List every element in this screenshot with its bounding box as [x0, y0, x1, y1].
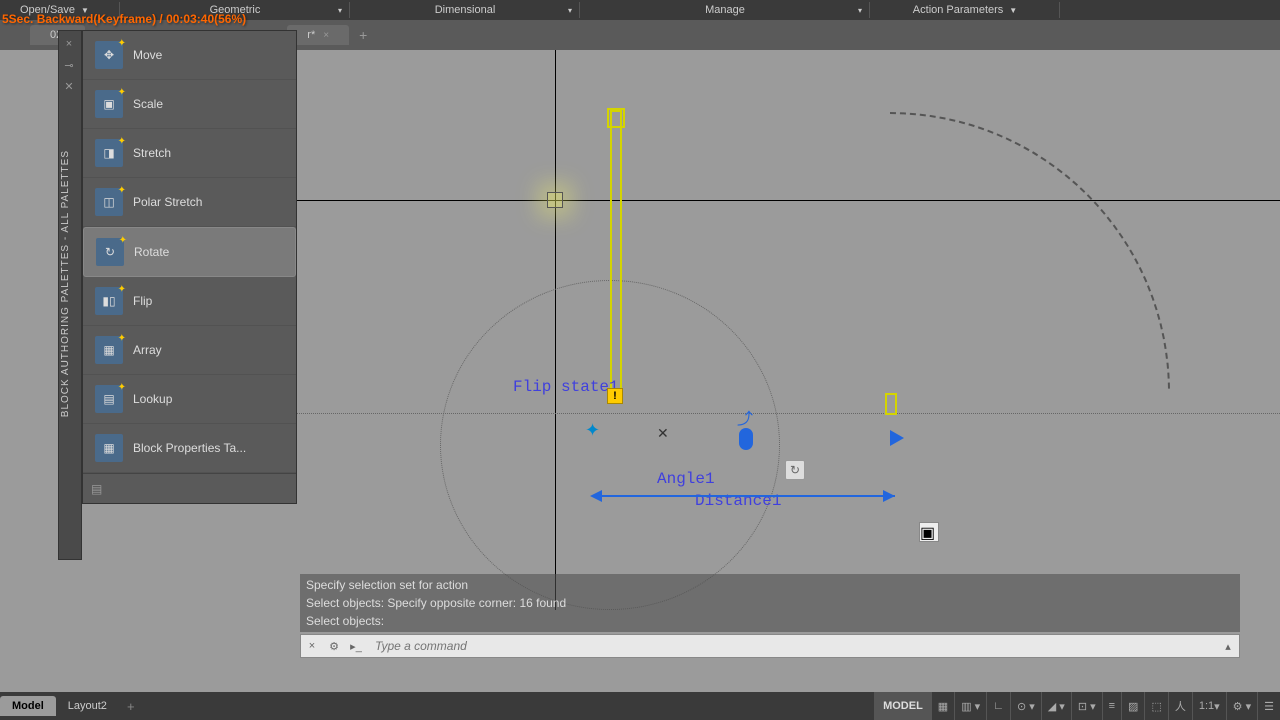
palette-menu-icon[interactable]: ✕: [60, 80, 78, 98]
dimension-arrow-right: [883, 490, 895, 502]
modelspace-badge[interactable]: MODEL: [874, 692, 931, 720]
crosshair-horizontal: [275, 200, 1280, 201]
osnap-toggle[interactable]: ⊡ ▾: [1071, 692, 1102, 720]
drawing-grip[interactable]: [607, 108, 625, 128]
chevron-down-icon: ▾: [338, 6, 342, 15]
chevron-down-icon: ▼: [1009, 6, 1017, 15]
chevron-down-icon: ▾: [568, 6, 572, 15]
command-prompt-icon: ▸_: [345, 635, 367, 657]
action-block-properties[interactable]: ▦Block Properties Ta...: [83, 424, 296, 473]
action-lookup[interactable]: ▤✦Lookup: [83, 375, 296, 424]
ribbon-dimensional[interactable]: Dimensional▾: [350, 0, 580, 20]
dimension-line[interactable]: [595, 495, 895, 497]
flip-icon: ▮▯✦: [95, 287, 123, 315]
chevron-down-icon: ▾: [858, 6, 862, 15]
warning-icon[interactable]: !: [607, 388, 623, 404]
layout-tab-model[interactable]: Model: [0, 696, 56, 716]
cycling-toggle[interactable]: ⬚: [1144, 692, 1167, 720]
palette-title: BLOCK AUTHORING PALETTES - ALL PALETTES: [60, 150, 71, 417]
actions-palette: ✥✦Move ▣✦Scale ◨✦Stretch ◫✦Polar Stretch…: [82, 30, 297, 504]
action-scale[interactable]: ▣✦Scale: [83, 80, 296, 129]
drawing-grip[interactable]: [885, 393, 897, 415]
param-flip-label[interactable]: Flip state1: [513, 378, 619, 396]
action-polar-stretch[interactable]: ◫✦Polar Stretch: [83, 178, 296, 227]
polar-stretch-icon: ◫✦: [95, 188, 123, 216]
selection-cycling-icon[interactable]: ▣: [919, 522, 939, 542]
palette-close-button[interactable]: ×: [60, 38, 78, 56]
lineweight-toggle[interactable]: ≡: [1102, 692, 1121, 720]
command-history: Specify selection set for action Select …: [300, 574, 1240, 632]
rotate-icon: ↻✦: [96, 238, 124, 266]
annotation-toggle[interactable]: 人: [1168, 692, 1192, 720]
action-array[interactable]: ▦✦Array: [83, 326, 296, 375]
new-tab-button[interactable]: +: [351, 27, 375, 43]
video-overlay-text: 5Sec. Backward(Keyframe) / 00:03:40(56%): [2, 12, 246, 26]
command-options-button[interactable]: ⚙: [323, 635, 345, 657]
table-icon: ▦: [95, 434, 123, 462]
dimension-arrow-left: [590, 490, 602, 502]
origin-marker[interactable]: ✦: [585, 420, 600, 441]
drawing-rectangle[interactable]: [610, 110, 622, 390]
command-history-button[interactable]: ▴: [1217, 635, 1239, 657]
ortho-toggle[interactable]: ∟: [986, 692, 1010, 720]
ribbon-action-parameters[interactable]: Action Parameters▼: [870, 0, 1060, 20]
param-grip[interactable]: [739, 428, 753, 450]
close-icon[interactable]: ×: [323, 30, 329, 41]
palette-options-icon[interactable]: ▤: [91, 482, 102, 496]
annoscale-display[interactable]: 1:1 ▾: [1192, 692, 1226, 720]
scale-icon: ▣✦: [95, 90, 123, 118]
action-move[interactable]: ✥✦Move: [83, 31, 296, 80]
action-rotate[interactable]: ↻✦Rotate: [83, 227, 296, 277]
action-flip[interactable]: ▮▯✦Flip: [83, 277, 296, 326]
grid-toggle[interactable]: ▦: [931, 692, 954, 720]
rotate-action-icon[interactable]: ↻: [785, 460, 805, 480]
param-arrow-icon: ⤴: [737, 405, 753, 429]
param-arrow-grip[interactable]: [890, 430, 904, 446]
transparency-toggle[interactable]: ▨: [1121, 692, 1144, 720]
command-line-area: Specify selection set for action Select …: [300, 574, 1240, 658]
array-icon: ▦✦: [95, 336, 123, 364]
crosshair-pickbox: [547, 192, 563, 208]
move-icon: ✥✦: [95, 41, 123, 69]
add-layout-button[interactable]: +: [119, 699, 143, 714]
command-close-button[interactable]: ×: [301, 635, 323, 657]
customization-button[interactable]: ☰: [1257, 692, 1280, 720]
param-angle-label[interactable]: Angle1: [657, 470, 715, 488]
snap-toggle[interactable]: ▥ ▾: [954, 692, 986, 720]
drawing-hline-dotted: [275, 413, 1280, 414]
lookup-icon: ▤✦: [95, 385, 123, 413]
action-stretch[interactable]: ◨✦Stretch: [83, 129, 296, 178]
status-bar: Model Layout2 + MODEL ▦ ▥ ▾ ∟ ⊙ ▾ ◢ ▾ ⊡ …: [0, 692, 1280, 720]
isodraft-toggle[interactable]: ◢ ▾: [1041, 692, 1071, 720]
drawing-canvas[interactable]: Flip state1 Angle1 Distance1 ! ✦ ✕ ⤴ ↻ ▣: [275, 50, 1280, 610]
workspace-button[interactable]: ⚙ ▾: [1226, 692, 1257, 720]
basepoint-marker[interactable]: ✕: [657, 425, 669, 442]
stretch-icon: ◨✦: [95, 139, 123, 167]
palette-pin-icon[interactable]: ⊸: [60, 59, 78, 77]
ribbon-manage[interactable]: Manage▾: [580, 0, 870, 20]
command-input[interactable]: [367, 635, 1217, 657]
layout-tab-layout2[interactable]: Layout2: [56, 696, 119, 716]
polar-toggle[interactable]: ⊙ ▾: [1010, 692, 1041, 720]
